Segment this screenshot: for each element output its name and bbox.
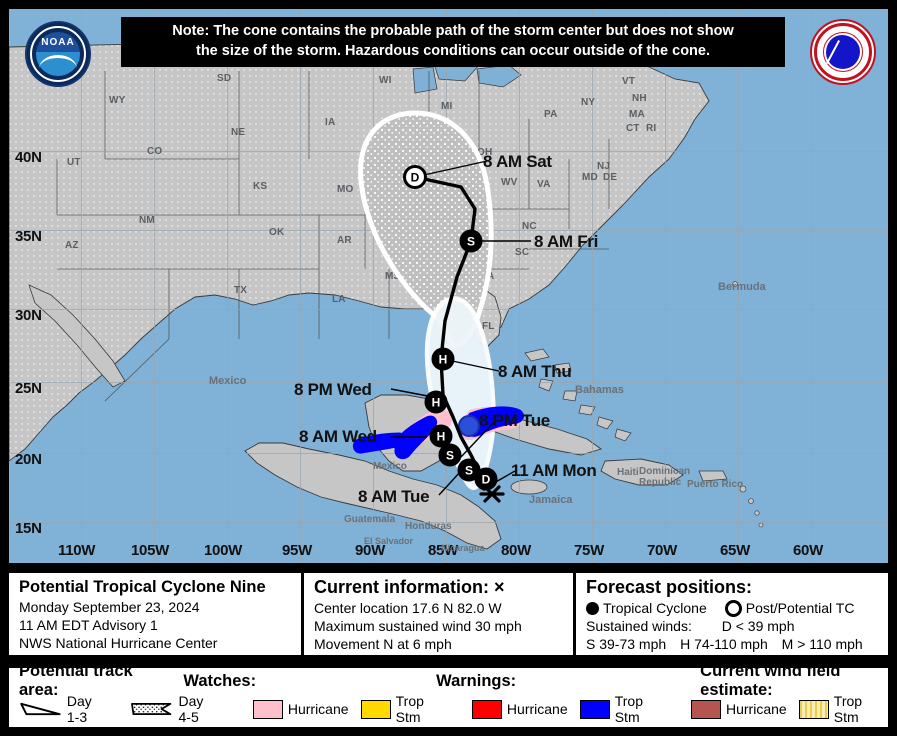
track-node-s-fri[interactable]: S (459, 229, 483, 253)
forecast-label-8pm-tue: 8 PM Tue (479, 411, 550, 430)
track-node-label: H (439, 353, 448, 367)
info-column-forecast: Forecast positions: Tropical Cyclone Pos… (576, 573, 888, 655)
storm-movement: Movement N at 6 mph (314, 636, 452, 653)
storm-info-panel: Potential Tropical Cyclone Nine Monday S… (6, 570, 891, 658)
track-node-h-wed-am[interactable]: H (429, 424, 453, 448)
forecast-symbol-row: Tropical Cyclone Post/Potential TC (586, 599, 888, 617)
warning-tropstm-swatch (579, 699, 610, 719)
nws-logo-icon (810, 19, 876, 85)
warning-hurricane-swatch (471, 699, 502, 719)
wind-hurricane-label: Hurricane (726, 701, 787, 717)
storm-name: Potential Tropical Cyclone Nine (19, 578, 266, 596)
track-node-label: H (437, 430, 446, 444)
forecast-label-8am-wed: 8 AM Wed (299, 427, 377, 446)
note-line-1: Note: The cone contains the probable pat… (172, 23, 734, 39)
forecast-label-8pm-wed: 8 PM Wed (294, 380, 372, 399)
track-node-h-wed-pm[interactable]: H (424, 390, 448, 414)
note-line-2: the size of the storm. Hazardous conditi… (195, 42, 710, 59)
wind-hurricane-swatch (690, 699, 721, 719)
d-wind-range: D < 39 mph (721, 618, 795, 635)
track-node-s-tue-pm[interactable]: S (438, 443, 462, 467)
legend-titles-row: Potential track area: Watches: Warnings:… (9, 662, 888, 699)
wind-tropstm-label: Trop Stm (833, 693, 863, 725)
watch-hurricane-label: Hurricane (287, 701, 349, 717)
forecast-positions-heading: Forecast positions: (586, 577, 753, 597)
center-location: Center location 17.6 N 82.0 W (314, 600, 502, 616)
warning-tropstm-label: Trop Stm (614, 693, 643, 725)
cone-day1-3-icon (20, 702, 61, 716)
current-information-heading: Current information: × (314, 577, 576, 598)
forecast-label-11am-mon: 11 AM Mon (511, 461, 597, 480)
maximum-sustained-wind: Maximum sustained wind 30 mph (314, 618, 522, 635)
wind-ranges-row: S 39-73 mph H 74-110 mph M > 110 mph (586, 635, 888, 653)
map-legend: Potential track area: Watches: Warnings:… (6, 662, 891, 730)
track-node-label: D (411, 171, 420, 185)
current-position-symbol: × (494, 577, 505, 597)
s-wind-range: S 39-73 mph (586, 636, 667, 653)
sustained-winds-row: Sustained winds: D < 39 mph (586, 617, 888, 635)
legend-day4-5-label: Day 4-5 (178, 693, 204, 725)
track-node-label: D (482, 473, 491, 487)
wind-tropstm-swatch (798, 699, 829, 719)
cone-disclaimer-note: Note: The cone contains the probable pat… (121, 17, 785, 68)
post-potential-tc-label: Post/Potential TC (745, 600, 855, 616)
forecast-label-8am-sat: 8 AM Sat (483, 152, 552, 171)
h-wind-range: H 74-110 mph (680, 636, 768, 653)
legend-watches-title: Watches: (183, 671, 257, 690)
info-divider-2 (573, 570, 576, 658)
noaa-logo-text: NOAA (41, 37, 75, 48)
watch-tropstm-swatch (360, 699, 391, 719)
forecast-label-8am-tue: 8 AM Tue (358, 487, 430, 506)
watch-hurricane-swatch (252, 699, 283, 719)
tropical-cyclone-label: Tropical Cyclone (603, 600, 707, 616)
track-node-label: S (465, 464, 473, 478)
forecast-label-8am-thu: 8 AM Thu (498, 362, 572, 381)
advisory-number: 11 AM EDT Advisory 1 (19, 616, 158, 633)
info-column-current: Current information: × Center location 1… (304, 573, 576, 655)
cone-day4-5-icon (131, 702, 172, 716)
forecast-cone-overlay[interactable]: D S H H H S S D (9, 9, 888, 563)
m-wind-range: M > 110 mph (781, 636, 863, 653)
track-node-label: H (432, 396, 441, 410)
info-divider-1 (301, 570, 304, 658)
current-information-label: Current information: (314, 577, 489, 597)
open-circle-icon (724, 599, 742, 617)
track-node-label: S (467, 235, 475, 249)
track-node-d-sat[interactable]: D (403, 165, 427, 189)
track-node-h-thu[interactable]: H (431, 347, 455, 371)
track-node-label: S (446, 449, 454, 463)
noaa-logo-icon: NOAA (25, 21, 91, 87)
hurricane-forecast-graphic: 40N 35N 30N 25N 20N 15N 110W 105W 100W 9… (0, 0, 897, 736)
warning-hurricane-label: Hurricane (506, 701, 568, 717)
current-wind-field-estimate (458, 415, 480, 437)
filled-circle-icon (586, 601, 599, 615)
forecast-map[interactable]: 40N 35N 30N 25N 20N 15N 110W 105W 100W 9… (6, 6, 891, 566)
legend-day1-3-label: Day 1-3 (66, 693, 92, 725)
advisory-date: Monday September 23, 2024 (19, 598, 200, 615)
forecast-label-8am-fri: 8 AM Fri (534, 232, 599, 251)
info-column-storm: Potential Tropical Cyclone Nine Monday S… (9, 573, 304, 655)
sustained-winds-label: Sustained winds: (586, 618, 692, 635)
legend-warnings-title: Warnings: (436, 671, 517, 690)
issuing-agency: NWS National Hurricane Center (19, 634, 218, 651)
watch-tropstm-label: Trop Stm (395, 693, 424, 725)
